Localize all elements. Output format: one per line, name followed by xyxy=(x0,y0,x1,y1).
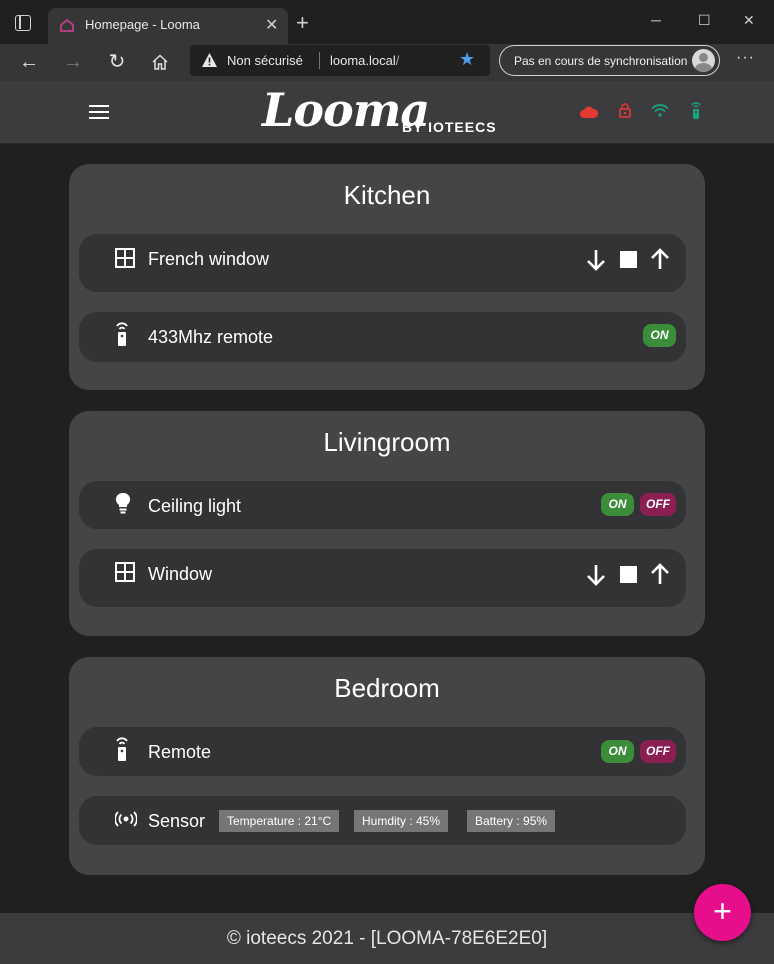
tab-actions-icon[interactable] xyxy=(15,15,31,31)
reload-button[interactable]: ↻ xyxy=(104,49,130,75)
tab-close-icon[interactable]: ✕ xyxy=(265,15,278,35)
sensor-icon xyxy=(115,811,137,827)
back-button[interactable]: ← xyxy=(16,49,42,75)
device-label: 433Mhz remote xyxy=(148,327,274,347)
page: Looma BY IOTEECS Kitchen French window 4… xyxy=(0,81,774,964)
looma-favicon-icon xyxy=(60,18,74,32)
room-card-bedroom: Bedroom Remote ON OFF Sensor Temperature… xyxy=(69,657,705,875)
device-row-remote: Remote ON OFF xyxy=(79,727,686,776)
logo-subtitle: BY IOTEECS xyxy=(402,119,497,135)
browser-tab[interactable]: Homepage - Looma ✕ xyxy=(48,8,288,44)
url-path: / xyxy=(395,53,400,68)
bulb-icon xyxy=(115,492,131,514)
address-separator xyxy=(319,52,320,69)
shutter-stop-icon[interactable] xyxy=(620,566,637,583)
temperature-chip: Temperature : 21°C xyxy=(219,810,340,832)
url-host: looma.local xyxy=(330,53,396,68)
url-text: looma.local/ xyxy=(330,53,399,68)
address-bar[interactable]: Non sécurisé looma.local/ ★ xyxy=(190,45,490,76)
on-button[interactable]: ON xyxy=(601,493,634,516)
on-button[interactable]: ON xyxy=(643,324,676,347)
lock-icon xyxy=(619,103,631,118)
remote-status-icon xyxy=(691,102,701,119)
close-window-button[interactable]: ✕ xyxy=(743,12,755,29)
add-device-button[interactable]: + xyxy=(694,884,751,941)
tab-title: Homepage - Looma xyxy=(85,17,200,32)
device-label: Window xyxy=(148,564,213,584)
device-row-ceiling-light: Ceiling light ON OFF xyxy=(79,481,686,529)
wifi-icon xyxy=(651,104,669,117)
home-button[interactable] xyxy=(147,49,173,75)
footer: © ioteecs 2021 - [LOOMA-78E6E2E0] xyxy=(0,913,774,964)
room-title: Bedroom xyxy=(334,673,440,703)
window-icon xyxy=(115,248,135,268)
window-icon xyxy=(115,562,135,582)
device-label: Sensor xyxy=(148,811,206,831)
shutter-up-icon[interactable] xyxy=(649,247,671,271)
room-card-kitchen: Kitchen French window 433Mhz remote ON xyxy=(69,164,705,390)
room-title: Kitchen xyxy=(343,180,431,210)
device-row-sensor: Sensor Temperature : 21°C Humdity : 45% … xyxy=(79,796,686,845)
humidity-chip: Humdity : 45% xyxy=(354,810,449,832)
shutter-down-icon[interactable] xyxy=(585,248,607,272)
device-row-433mhz-remote: 433Mhz remote ON xyxy=(79,312,686,362)
maximize-button[interactable]: ☐ xyxy=(698,12,711,29)
shutter-up-icon[interactable] xyxy=(649,562,671,586)
remote-icon xyxy=(116,322,128,346)
more-menu-icon[interactable]: ··· xyxy=(736,49,755,67)
off-button[interactable]: OFF xyxy=(640,493,676,516)
hamburger-menu-icon[interactable] xyxy=(89,105,109,119)
device-label: French window xyxy=(148,249,270,269)
off-button[interactable]: OFF xyxy=(640,740,676,763)
app-header: Looma BY IOTEECS xyxy=(0,81,774,144)
shutter-stop-icon[interactable] xyxy=(620,251,637,268)
shutter-down-icon[interactable] xyxy=(585,563,607,587)
avatar xyxy=(692,49,715,72)
remote-icon xyxy=(116,737,128,761)
device-row-window: Window xyxy=(79,549,686,607)
device-label: Remote xyxy=(148,742,212,762)
sync-label: Pas en cours de synchronisation xyxy=(514,54,688,68)
browser-toolbar: ← → ↻ Non sécurisé looma.local/ ★ Pas en… xyxy=(0,44,774,81)
home-icon xyxy=(152,54,168,70)
on-button[interactable]: ON xyxy=(601,740,634,763)
forward-button[interactable]: → xyxy=(60,49,86,75)
minimize-button[interactable]: ─ xyxy=(651,12,661,28)
favorite-star-icon[interactable]: ★ xyxy=(459,49,475,70)
device-row-french-window: French window xyxy=(79,234,686,292)
room-card-livingroom: Livingroom Ceiling light ON OFF Window xyxy=(69,411,705,636)
insecure-label: Non sécurisé xyxy=(227,53,303,68)
room-title: Livingroom xyxy=(323,427,451,457)
battery-chip: Battery : 95% xyxy=(467,810,556,832)
cloud-icon xyxy=(580,106,598,118)
warning-icon[interactable] xyxy=(201,52,218,68)
browser-titlebar: Homepage - Looma ✕ + ─ ☐ ✕ xyxy=(0,0,774,44)
profile-sync-button[interactable]: Pas en cours de synchronisation xyxy=(499,45,720,76)
new-tab-button[interactable]: + xyxy=(296,12,309,34)
device-label: Ceiling light xyxy=(148,496,242,516)
